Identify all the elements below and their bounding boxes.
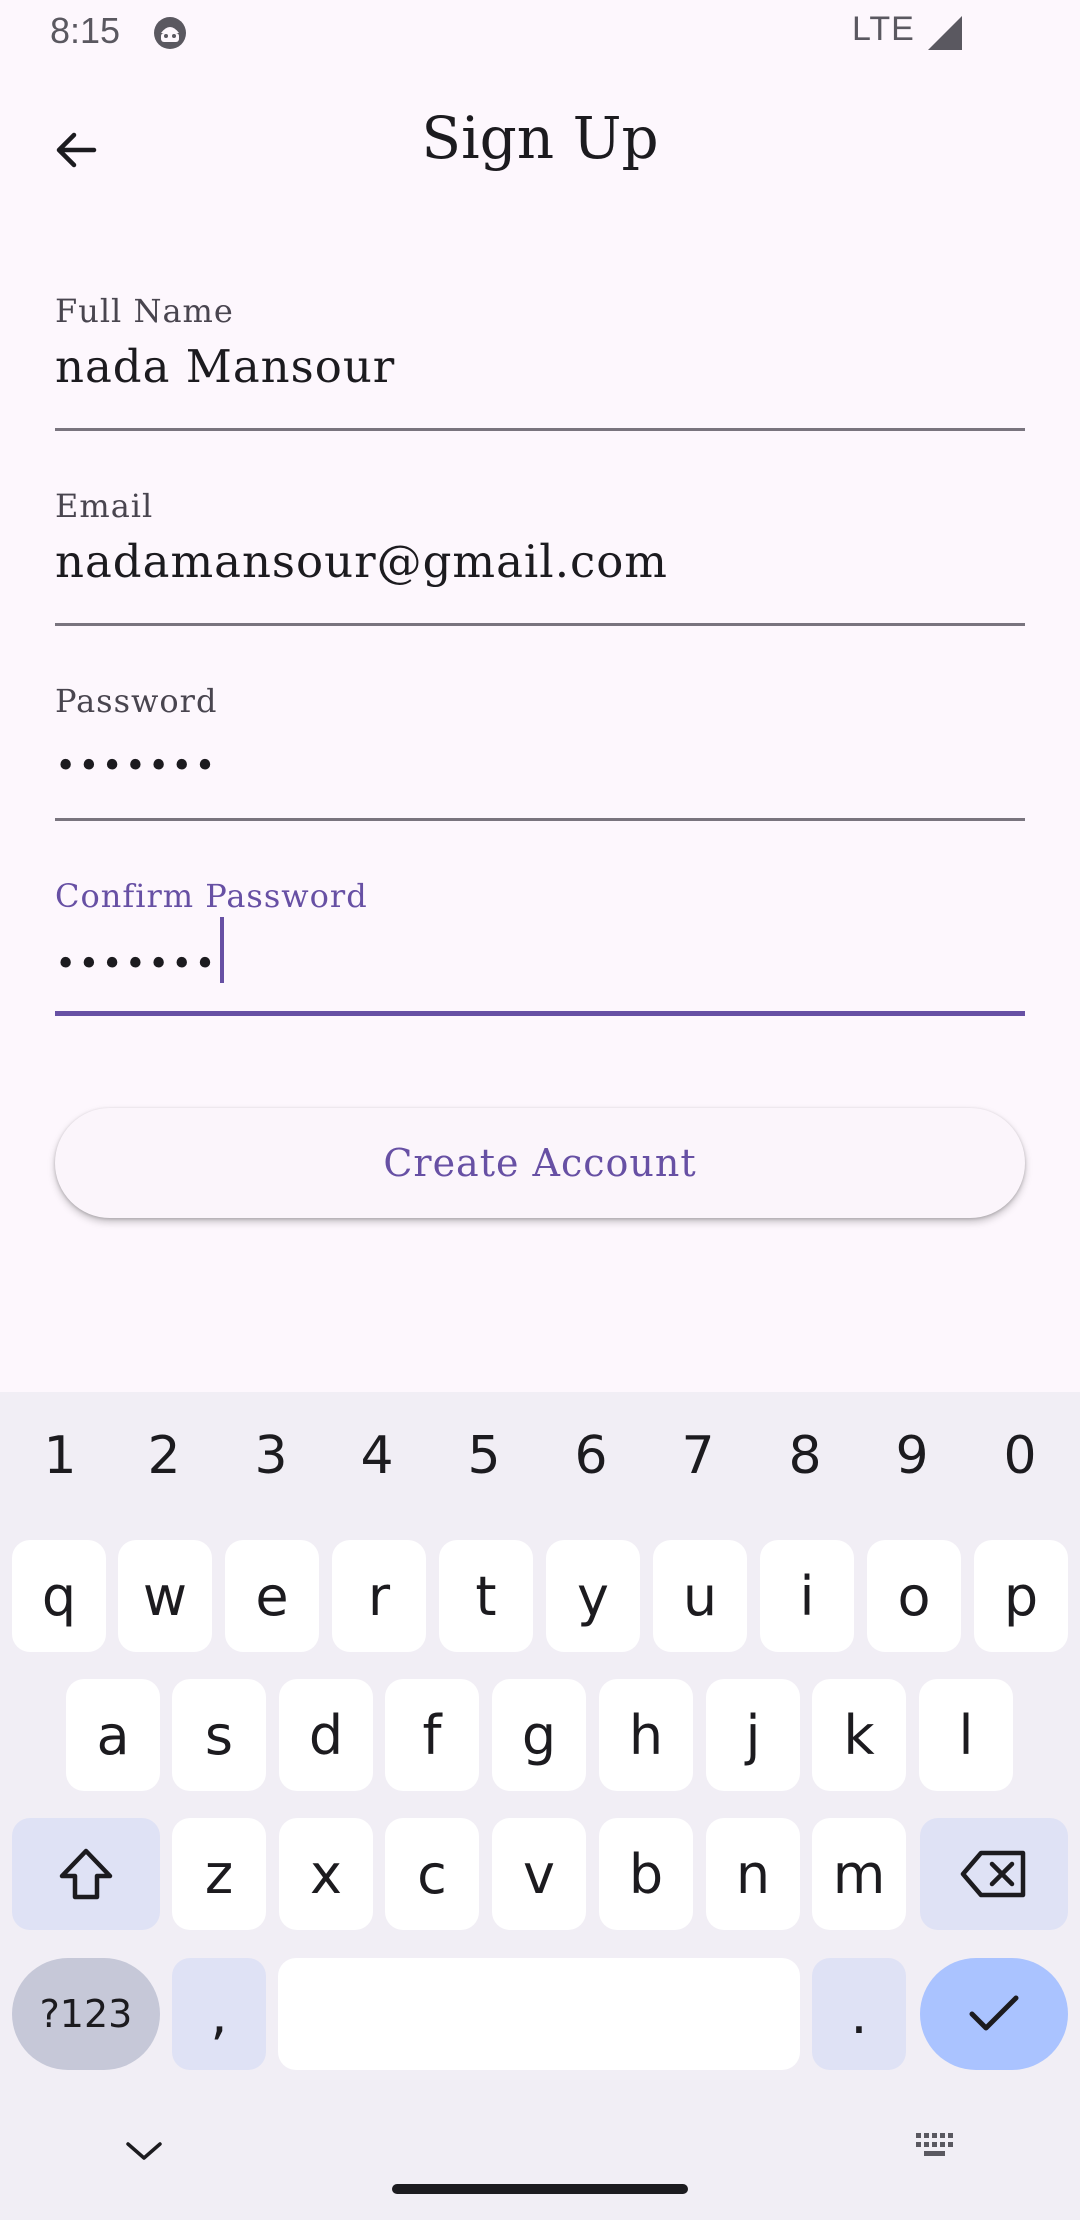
key-l[interactable]: l: [919, 1679, 1013, 1791]
key-d[interactable]: d: [279, 1679, 373, 1791]
key-g[interactable]: g: [492, 1679, 586, 1791]
full-name-input[interactable]: nada Mansour: [55, 340, 1025, 393]
password-label: Password: [55, 682, 218, 720]
key-5[interactable]: 5: [444, 1416, 524, 1496]
text-cursor: [219, 917, 224, 983]
soft-keyboard: 1 2 3 4 5 6 7 8 9 0 q w e r t y u i o p …: [0, 1392, 1080, 2220]
key-9[interactable]: 9: [872, 1416, 952, 1496]
chevron-down-icon[interactable]: [122, 2136, 166, 2166]
create-account-button[interactable]: Create Account: [55, 1108, 1025, 1218]
confirm-password-label: Confirm Password: [55, 877, 368, 915]
key-q[interactable]: q: [12, 1540, 106, 1652]
full-name-underline: [55, 428, 1025, 431]
android-debug-icon: [154, 17, 186, 49]
confirm-password-underline: [55, 1011, 1025, 1016]
key-2[interactable]: 2: [124, 1416, 204, 1496]
key-w[interactable]: w: [118, 1540, 212, 1652]
key-z[interactable]: z: [172, 1818, 266, 1930]
key-y[interactable]: y: [546, 1540, 640, 1652]
key-7[interactable]: 7: [658, 1416, 738, 1496]
key-a[interactable]: a: [66, 1679, 160, 1791]
key-f[interactable]: f: [385, 1679, 479, 1791]
email-underline: [55, 623, 1025, 626]
password-underline: [55, 818, 1025, 821]
key-8[interactable]: 8: [765, 1416, 845, 1496]
key-x[interactable]: x: [279, 1818, 373, 1930]
key-p[interactable]: p: [974, 1540, 1068, 1652]
key-3[interactable]: 3: [231, 1416, 311, 1496]
key-4[interactable]: 4: [337, 1416, 417, 1496]
sign-up-screen: 8:15 LTE Sign Up Full Name nada Mansour …: [0, 0, 1080, 2220]
number-row: 1 2 3 4 5 6 7 8 9 0: [0, 1416, 1080, 1496]
backspace-key[interactable]: [920, 1818, 1068, 1930]
keyboard-icon[interactable]: [914, 2130, 958, 2164]
key-c[interactable]: c: [385, 1818, 479, 1930]
signal-icon: [928, 16, 962, 50]
key-o[interactable]: o: [867, 1540, 961, 1652]
network-type: LTE: [852, 10, 915, 48]
email-input[interactable]: nadamansour@gmail.com: [55, 535, 1025, 588]
key-s[interactable]: s: [172, 1679, 266, 1791]
key-0[interactable]: 0: [980, 1416, 1060, 1496]
key-u[interactable]: u: [653, 1540, 747, 1652]
key-e[interactable]: e: [225, 1540, 319, 1652]
password-masked-value: •••••••: [55, 746, 218, 787]
confirm-password-input[interactable]: •••••••: [55, 917, 1025, 991]
email-label: Email: [55, 487, 154, 525]
symbols-key[interactable]: ?123: [12, 1958, 160, 2070]
confirm-password-field[interactable]: Confirm Password •••••••: [55, 877, 1025, 1027]
key-k[interactable]: k: [812, 1679, 906, 1791]
confirm-password-masked-value: •••••••: [55, 943, 218, 985]
password-field[interactable]: Password •••••••: [55, 682, 1025, 832]
key-1[interactable]: 1: [20, 1416, 100, 1496]
done-key[interactable]: [920, 1958, 1068, 2070]
backspace-icon: [960, 1850, 1026, 1898]
page-title: Sign Up: [421, 104, 659, 172]
check-icon: [969, 1995, 1019, 2031]
key-r[interactable]: r: [332, 1540, 426, 1652]
key-m[interactable]: m: [812, 1818, 906, 1930]
key-i[interactable]: i: [760, 1540, 854, 1652]
password-input[interactable]: •••••••: [55, 730, 1025, 787]
key-j[interactable]: j: [706, 1679, 800, 1791]
key-6[interactable]: 6: [551, 1416, 631, 1496]
email-field[interactable]: Email nadamansour@gmail.com: [55, 487, 1025, 637]
key-t[interactable]: t: [439, 1540, 533, 1652]
key-n[interactable]: n: [706, 1818, 800, 1930]
home-gesture-bar[interactable]: [392, 2184, 688, 2194]
full-name-field[interactable]: Full Name nada Mansour: [55, 292, 1025, 442]
period-key[interactable]: .: [812, 1958, 906, 2070]
space-key[interactable]: [278, 1958, 800, 2070]
status-time: 8:15: [50, 10, 121, 51]
comma-key[interactable]: ,: [172, 1958, 266, 2070]
key-b[interactable]: b: [599, 1818, 693, 1930]
status-bar: 8:15 LTE: [0, 0, 1080, 66]
full-name-label: Full Name: [55, 292, 234, 330]
shift-key[interactable]: [12, 1818, 160, 1930]
shift-icon: [59, 1848, 113, 1900]
key-v[interactable]: v: [492, 1818, 586, 1930]
key-h[interactable]: h: [599, 1679, 693, 1791]
app-bar: Sign Up: [0, 80, 1080, 204]
